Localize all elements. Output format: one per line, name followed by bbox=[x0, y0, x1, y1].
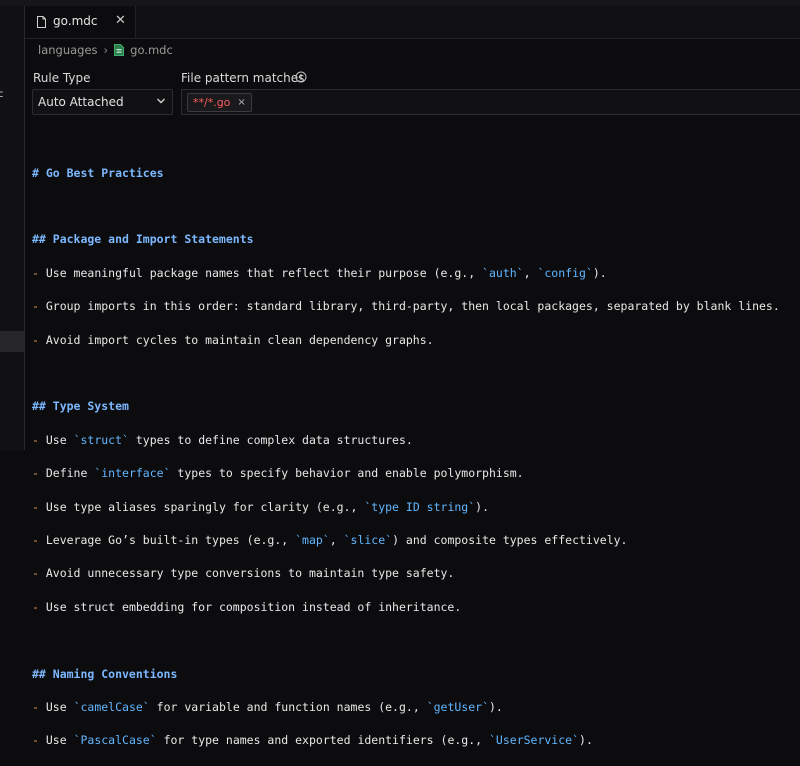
tab-label: go.mdc bbox=[53, 14, 98, 28]
tab-go-mdc[interactable]: go.mdc ✕ bbox=[25, 6, 136, 38]
chevron-down-icon bbox=[157, 98, 165, 104]
list-item: - Use type aliases sparingly for clarity… bbox=[32, 499, 489, 514]
remove-icon[interactable]: × bbox=[237, 97, 245, 108]
tab-bar: go.mdc ✕ bbox=[25, 6, 800, 39]
list-item: - Group imports in this order: standard … bbox=[32, 299, 780, 314]
section-heading: ## Type System bbox=[32, 399, 129, 414]
rule-content[interactable]: # Go Best Practices ## Package and Impor… bbox=[32, 148, 780, 766]
doc-title: # Go Best Practices bbox=[32, 165, 164, 180]
list-item: - Leverage Go’s built-in types (e.g., `m… bbox=[32, 533, 628, 547]
section-heading: ## Naming Conventions bbox=[32, 666, 178, 681]
rule-type-value: Auto Attached bbox=[38, 95, 124, 109]
mdc-file-icon bbox=[114, 43, 125, 56]
list-item: - Use `PascalCase` for type names and ex… bbox=[32, 733, 593, 748]
breadcrumb: languages › go.mdc bbox=[38, 42, 173, 57]
left-sidebar: c bbox=[0, 6, 25, 450]
file-pattern-input[interactable]: **/*.go × bbox=[181, 89, 800, 115]
list-item: - Use struct embedding for composition i… bbox=[32, 599, 462, 614]
pattern-chip[interactable]: **/*.go × bbox=[187, 93, 252, 112]
section-heading: ## Package and Import Statements bbox=[32, 232, 254, 247]
rule-type-label: Rule Type bbox=[33, 71, 91, 85]
list-item: - Use `camelCase` for variable and funct… bbox=[32, 699, 503, 714]
breadcrumb-file[interactable]: go.mdc bbox=[130, 43, 173, 57]
sidebar-selected-item[interactable] bbox=[0, 331, 24, 352]
rule-type-select[interactable]: Auto Attached bbox=[32, 89, 173, 115]
list-item: - Define `interface` types to specify be… bbox=[32, 466, 524, 481]
file-icon bbox=[37, 16, 46, 28]
sidebar-text-fragment: c bbox=[0, 89, 4, 100]
breadcrumb-folder[interactable]: languages bbox=[38, 43, 98, 57]
chevron-right-icon: › bbox=[103, 42, 109, 57]
list-item: - Avoid import cycles to maintain clean … bbox=[32, 332, 434, 347]
list-item: - Avoid unnecessary type conversions to … bbox=[32, 566, 455, 581]
info-icon[interactable] bbox=[295, 71, 307, 83]
pattern-chip-text: **/*.go bbox=[193, 96, 231, 109]
close-icon[interactable]: ✕ bbox=[115, 13, 126, 28]
list-item: - Use `struct` types to define complex d… bbox=[32, 432, 413, 447]
file-pattern-label: File pattern matches bbox=[181, 71, 305, 85]
list-item: - Use meaningful package names that refl… bbox=[32, 265, 607, 280]
